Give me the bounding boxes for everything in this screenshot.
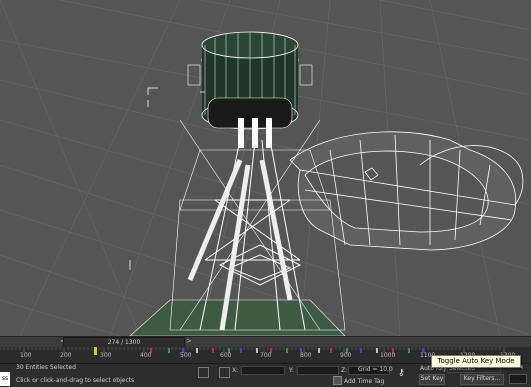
track-bar-label: 400 [140, 352, 152, 359]
add-time-tag[interactable]: Add Time Tag [344, 378, 384, 385]
keyframe-mark[interactable] [256, 348, 258, 353]
lock-selection-icon[interactable] [198, 367, 209, 378]
water-tank [187, 31, 313, 148]
keyframe-mark[interactable] [318, 348, 320, 353]
track-bar-label: 500 [180, 352, 192, 359]
x-coordinate-field[interactable] [241, 366, 285, 375]
keyframe-mark[interactable] [286, 348, 288, 353]
keyframe-mark[interactable] [196, 348, 198, 353]
perspective-viewport[interactable] [0, 0, 531, 336]
track-bar-label: 1000 [380, 352, 396, 359]
track-bar-label: 900 [340, 352, 352, 359]
time-slider-next-arrow[interactable]: > [186, 337, 192, 346]
wireframe-scene [0, 0, 531, 336]
track-bar-label: 300 [100, 352, 112, 359]
keyframe-mark[interactable] [376, 348, 378, 353]
grid-size: Grid = 10,0 [358, 366, 393, 373]
selection-brackets [129, 87, 205, 270]
track-bar-label: 100 [20, 352, 32, 359]
ring-structure [289, 131, 524, 251]
keyframe-mark[interactable] [240, 348, 242, 353]
track-bar-label: 800 [300, 352, 312, 359]
track-bar-label: 600 [220, 352, 232, 359]
y-label: Y: [289, 367, 294, 374]
maxscript-listener-mini[interactable]: ss [0, 372, 10, 386]
keyframe-mark[interactable] [408, 348, 410, 353]
selection-count: 30 Entities Selected [16, 364, 76, 371]
current-frame-field[interactable] [509, 374, 527, 384]
frame-counter: 274 / 1300 [107, 339, 141, 346]
set-key-button[interactable]: Set Key [419, 374, 445, 385]
prompt-line: Click or click-and-drag to select object… [16, 377, 135, 384]
set-key-icon[interactable]: ⚷ [398, 368, 405, 378]
keyframe-mark[interactable] [212, 348, 214, 353]
x-label: X: [232, 367, 239, 374]
keyframe-mark[interactable] [168, 348, 170, 353]
current-time-marker[interactable] [94, 347, 97, 355]
track-bar-label: 200 [60, 352, 72, 359]
keyframe-mark[interactable] [330, 348, 332, 353]
y-coordinate-field[interactable] [297, 366, 339, 375]
key-filters-button[interactable]: Key Filters... [460, 374, 504, 385]
add-time-tag-icon[interactable] [333, 376, 342, 385]
z-label: Z: [341, 367, 348, 374]
tooltip: Toggle Auto Key Mode [431, 355, 521, 368]
keyframe-mark[interactable] [360, 348, 362, 353]
track-bar-label: 700 [260, 352, 272, 359]
absolute-mode-icon[interactable] [219, 367, 230, 378]
